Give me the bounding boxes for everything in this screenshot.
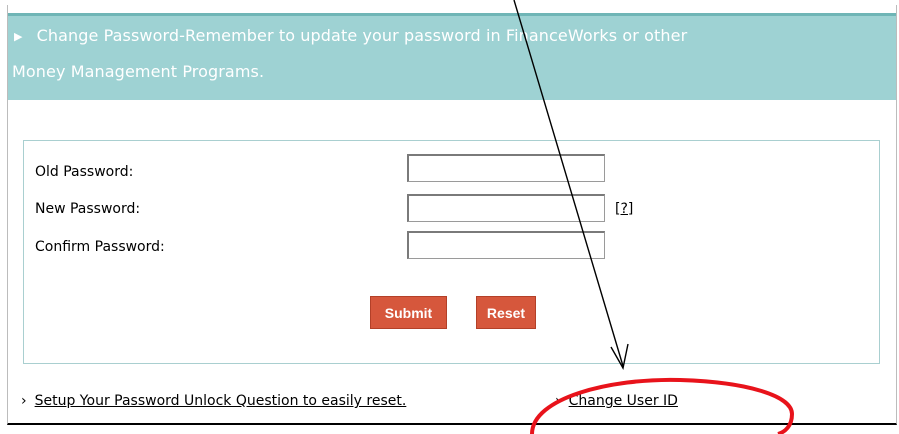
confirm-password-field[interactable] xyxy=(407,231,605,259)
footer-link-change-userid[interactable]: › Change User ID xyxy=(555,393,678,409)
new-password-field[interactable] xyxy=(407,194,605,222)
triangle-right-icon: ▶ xyxy=(14,30,23,43)
header-title-line1: Change Password-Remember to update your … xyxy=(36,26,688,45)
reset-button[interactable]: Reset xyxy=(476,296,536,329)
section-header: ▶ Change Password-Remember to update your… xyxy=(8,13,896,100)
header-title-line2: Money Management Programs. xyxy=(12,62,265,81)
footer-link-unlock-question[interactable]: › Setup Your Password Unlock Question to … xyxy=(21,393,406,409)
chevron-right-icon: › xyxy=(21,393,27,409)
chevron-right-icon: › xyxy=(555,393,561,409)
old-password-field[interactable] xyxy=(407,154,605,182)
old-password-label: Old Password: xyxy=(35,164,134,180)
password-help-link[interactable]: [?] xyxy=(615,201,633,217)
submit-button[interactable]: Submit xyxy=(370,296,447,329)
confirm-password-label: Confirm Password: xyxy=(35,239,165,255)
unlock-question-link[interactable]: Setup Your Password Unlock Question to e… xyxy=(35,393,407,409)
change-user-id-link[interactable]: Change User ID xyxy=(569,393,678,409)
new-password-label: New Password: xyxy=(35,201,141,217)
